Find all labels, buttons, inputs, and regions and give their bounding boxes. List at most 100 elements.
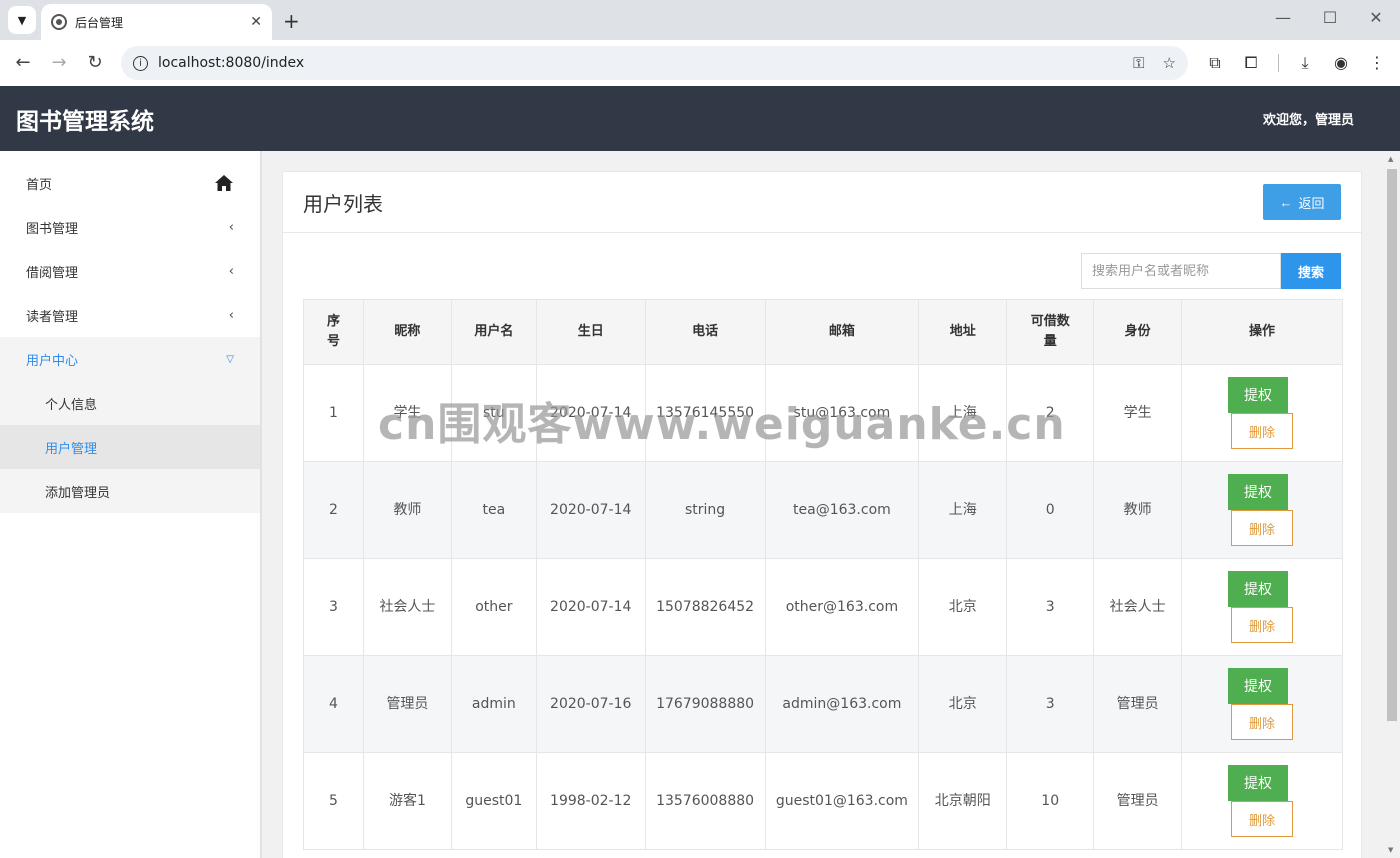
table-row: 2 教师 tea 2020-07-14 string tea@163.com 上海 0 教师 提权… (303, 461, 1343, 559)
sidebar-item-readers[interactable]: 读者管理 ‹ (0, 293, 260, 337)
cell-phone: 13576008880 (644, 752, 766, 850)
browser-toolbar: ← → ↻ i localhost:8080/index ⚿ ☆ ⧉ ⧠ ⤓ ◉… (0, 40, 1400, 86)
tab-title: 后台管理 (75, 15, 124, 30)
grant-button[interactable]: 提权 (1228, 765, 1289, 801)
chevron-left-icon: ‹ (228, 219, 234, 235)
scroll-down-icon[interactable]: ▼ (1388, 846, 1393, 854)
address-bar[interactable]: i localhost:8080/index ⚿ ☆ (121, 46, 1188, 80)
sidebar-subitem-add-admin[interactable]: 添加管理员 (0, 469, 260, 513)
search-input[interactable] (1081, 253, 1281, 289)
search-button[interactable]: 搜索 (1281, 253, 1341, 289)
grant-button[interactable]: 提权 (1228, 474, 1289, 510)
cell-id: 1 (303, 364, 364, 462)
sidebar-item-user-center[interactable]: 用户中心 ▽ (0, 337, 260, 381)
site-info-icon[interactable]: i (133, 55, 148, 71)
delete-button[interactable]: 删除 (1231, 413, 1294, 449)
cell-role: 学生 (1093, 364, 1183, 462)
extensions-icon[interactable]: ⧠ (1240, 53, 1262, 73)
key-icon[interactable]: ⚿ (1133, 54, 1144, 72)
close-tab-icon[interactable]: ✕ (250, 14, 262, 30)
column-header: 生日 (535, 299, 646, 365)
cell-nickname: 教师 (362, 461, 452, 559)
cell-username: guest01 (450, 752, 537, 850)
sidebar-item-books[interactable]: 图书管理 ‹ (0, 205, 260, 249)
sidebar-item-home[interactable]: 首页 (0, 161, 260, 205)
cell-phone: string (644, 461, 766, 559)
column-header: 操作 (1181, 299, 1343, 365)
column-header: 身份 (1093, 299, 1183, 365)
column-header: 可借数量 (1006, 299, 1095, 365)
cell-actions: 提权 删除 (1181, 364, 1343, 462)
delete-button[interactable]: 删除 (1231, 801, 1294, 837)
table-row: 4 管理员 admin 2020-07-16 17679088880 admin@163.… (303, 655, 1343, 753)
back-button[interactable]: ← 返回 (1263, 184, 1341, 220)
sidebar-subitem-user-management[interactable]: 用户管理 (0, 425, 260, 469)
cell-id: 5 (303, 752, 364, 850)
arrow-left-icon: ← (1279, 194, 1293, 210)
cell-id: 4 (303, 655, 364, 753)
cell-username: stu (450, 364, 537, 462)
cell-nickname: 社会人士 (362, 558, 452, 656)
url-text[interactable]: localhost:8080/index (158, 55, 1115, 71)
maximize-icon[interactable]: ☐ (1315, 8, 1345, 27)
table-header-row: 序号 昵称 用户名 生日 电话 邮箱 地址 可借数量 身份 操作 (303, 299, 1343, 365)
tab-search-icon[interactable]: ▼ (8, 6, 36, 34)
cell-quota: 3 (1006, 655, 1095, 753)
grant-button[interactable]: 提权 (1228, 377, 1289, 413)
new-tab-icon[interactable]: + (283, 9, 300, 33)
sidebar-item-borrow[interactable]: 借阅管理 ‹ (0, 249, 260, 293)
cell-nickname: 游客1 (362, 752, 452, 850)
menu-icon[interactable]: ⋮ (1366, 53, 1388, 72)
delete-button[interactable]: 删除 (1231, 704, 1294, 740)
cell-quota: 2 (1006, 364, 1095, 462)
toolbar-divider (1278, 54, 1279, 72)
grant-button[interactable]: 提权 (1228, 668, 1289, 704)
cell-quota: 0 (1006, 461, 1095, 559)
sidebar: 首页 图书管理 ‹ 借阅管理 ‹ 读者管理 ‹ 用户中心 ▽ 个人信息 用户管理… (0, 151, 261, 858)
cell-actions: 提权 删除 (1181, 461, 1343, 559)
cell-birthday: 2020-07-14 (535, 364, 646, 462)
cell-username: admin (450, 655, 537, 753)
grant-button[interactable]: 提权 (1228, 571, 1289, 607)
browser-tab[interactable]: 后台管理 ✕ (41, 4, 272, 40)
panel-title: 用户列表 (303, 191, 383, 216)
scroll-up-icon[interactable]: ▲ (1388, 155, 1393, 163)
minimize-icon[interactable]: — (1268, 8, 1298, 27)
forward-icon[interactable]: → (47, 52, 71, 73)
cell-email: guest01@163.com (764, 752, 920, 850)
welcome-text: 欢迎您，管理员 (1262, 113, 1354, 128)
user-table: 序号 昵称 用户名 生日 电话 邮箱 地址 可借数量 身份 操作 1 学生 stu 2… (303, 299, 1343, 850)
cell-role: 管理员 (1093, 655, 1183, 753)
back-button-label: 返回 (1298, 195, 1325, 211)
cell-quota: 3 (1006, 558, 1095, 656)
profile-icon[interactable]: ◉ (1330, 53, 1352, 72)
home-icon (215, 175, 233, 191)
crop-icon[interactable]: ⧉ (1204, 53, 1226, 73)
star-icon[interactable]: ☆ (1163, 54, 1176, 72)
column-header: 用户名 (450, 299, 537, 365)
delete-button[interactable]: 删除 (1231, 510, 1294, 546)
user-center-group: 用户中心 ▽ 个人信息 用户管理 添加管理员 (0, 337, 260, 513)
delete-button[interactable]: 删除 (1231, 607, 1294, 643)
sidebar-subitem-profile[interactable]: 个人信息 (0, 381, 260, 425)
cell-nickname: 学生 (362, 364, 452, 462)
column-header: 地址 (918, 299, 1008, 365)
chevron-left-icon: ‹ (228, 263, 234, 279)
back-icon[interactable]: ← (11, 52, 35, 73)
sidebar-item-label: 借阅管理 (26, 265, 79, 281)
download-icon[interactable]: ⤓ (1294, 53, 1316, 73)
table-row: 3 社会人士 other 2020-07-14 15078826452 other@163… (303, 558, 1343, 656)
cell-actions: 提权 删除 (1181, 655, 1343, 753)
cell-nickname: 管理员 (362, 655, 452, 753)
cell-phone: 15078826452 (644, 558, 766, 656)
cell-address: 北京朝阳 (918, 752, 1008, 850)
cell-email: admin@163.com (764, 655, 920, 753)
scrollbar-thumb[interactable] (1387, 169, 1397, 721)
browser-tabbar: ▼ 后台管理 ✕ + — ☐ ✕ (0, 0, 1400, 40)
close-window-icon[interactable]: ✕ (1361, 8, 1391, 27)
page-scrollbar[interactable]: ▲ ▼ (1384, 151, 1400, 858)
cell-actions: 提权 删除 (1181, 752, 1343, 850)
reload-icon[interactable]: ↻ (83, 52, 107, 73)
column-header: 序号 (303, 299, 364, 365)
cell-birthday: 2020-07-16 (535, 655, 646, 753)
